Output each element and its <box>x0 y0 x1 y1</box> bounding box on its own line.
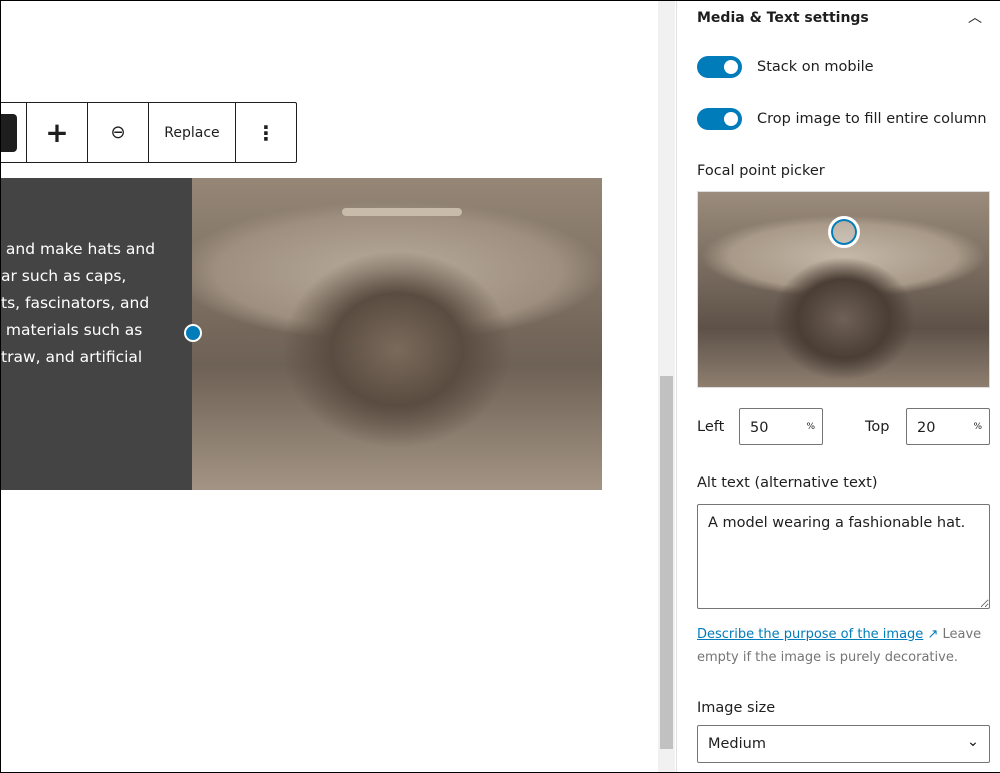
image-size-label: Image size <box>697 700 776 716</box>
resize-handle[interactable] <box>184 324 202 342</box>
block-type-button[interactable] <box>1 103 27 162</box>
paragraph-line: traw, and artificial <box>1 348 143 366</box>
external-link-icon: ↗ <box>927 627 939 642</box>
replace-button[interactable]: Replace <box>149 103 236 162</box>
chevron-up-icon[interactable]: ︿ <box>968 7 982 27</box>
drag-plus-icon: + <box>45 116 69 149</box>
alt-text-help: Describe the purpose of the image ↗ Leav… <box>697 623 992 669</box>
focal-point-handle[interactable] <box>828 216 860 248</box>
paragraph-line: ts, fascinators, and <box>1 294 150 312</box>
alt-text-input[interactable]: A model wearing a fashionable hat. <box>697 504 990 609</box>
toggle-label: Stack on mobile <box>757 59 874 75</box>
left-value: 50 <box>750 420 769 436</box>
image-size-value: Medium <box>708 736 766 752</box>
panel-title[interactable]: Media & Text settings <box>697 10 869 26</box>
toggle-switch[interactable] <box>697 108 742 130</box>
text-column[interactable]: and make hats and ar such as caps, ts, f… <box>1 178 192 490</box>
more-options-button[interactable]: ⋮ <box>236 103 296 162</box>
link-icon: ⊖ <box>110 122 126 143</box>
move-button[interactable]: + <box>27 103 88 162</box>
block-toolbar: + ⊖ Replace ⋮ <box>1 102 297 163</box>
media-image[interactable] <box>192 178 602 490</box>
paragraph-line: materials such as <box>1 321 143 339</box>
left-label: Left <box>697 419 725 435</box>
toggle-label: Crop image to fill entire column <box>757 111 987 127</box>
alt-text-label: Alt text (alternative text) <box>697 475 878 491</box>
unit: % <box>973 422 982 432</box>
settings-sidebar: Media & Text settings ︿ Stack on mobile … <box>676 1 1000 772</box>
top-value: 20 <box>917 420 936 436</box>
describe-purpose-link[interactable]: Describe the purpose of the image <box>697 627 923 642</box>
crop-image-toggle[interactable]: Crop image to fill entire column <box>697 108 987 130</box>
block-icon <box>1 113 17 152</box>
focal-point-label: Focal point picker <box>697 163 825 179</box>
more-vertical-icon: ⋮ <box>256 120 276 145</box>
top-input[interactable]: 20% <box>906 408 990 445</box>
paragraph-line: and make hats and <box>1 240 156 258</box>
hat-band <box>342 208 462 216</box>
media-text-block[interactable]: and make hats and ar such as caps, ts, f… <box>1 178 602 490</box>
editor-canvas: + ⊖ Replace ⋮ and make hats and ar such … <box>1 1 658 772</box>
paragraph-line: ar such as caps, <box>1 267 127 285</box>
left-input[interactable]: 50% <box>739 408 823 445</box>
focal-point-picker[interactable] <box>697 191 990 388</box>
link-button[interactable]: ⊖ <box>88 103 149 162</box>
unit: % <box>806 422 815 432</box>
toggle-switch[interactable] <box>697 56 742 78</box>
chevron-down-icon: ⌄ <box>966 734 979 750</box>
scrollbar[interactable] <box>658 1 675 772</box>
image-size-select[interactable]: Medium ⌄ <box>697 725 990 763</box>
scrollbar-thumb[interactable] <box>660 376 673 749</box>
top-label: Top <box>865 419 890 435</box>
stack-on-mobile-toggle[interactable]: Stack on mobile <box>697 56 874 78</box>
